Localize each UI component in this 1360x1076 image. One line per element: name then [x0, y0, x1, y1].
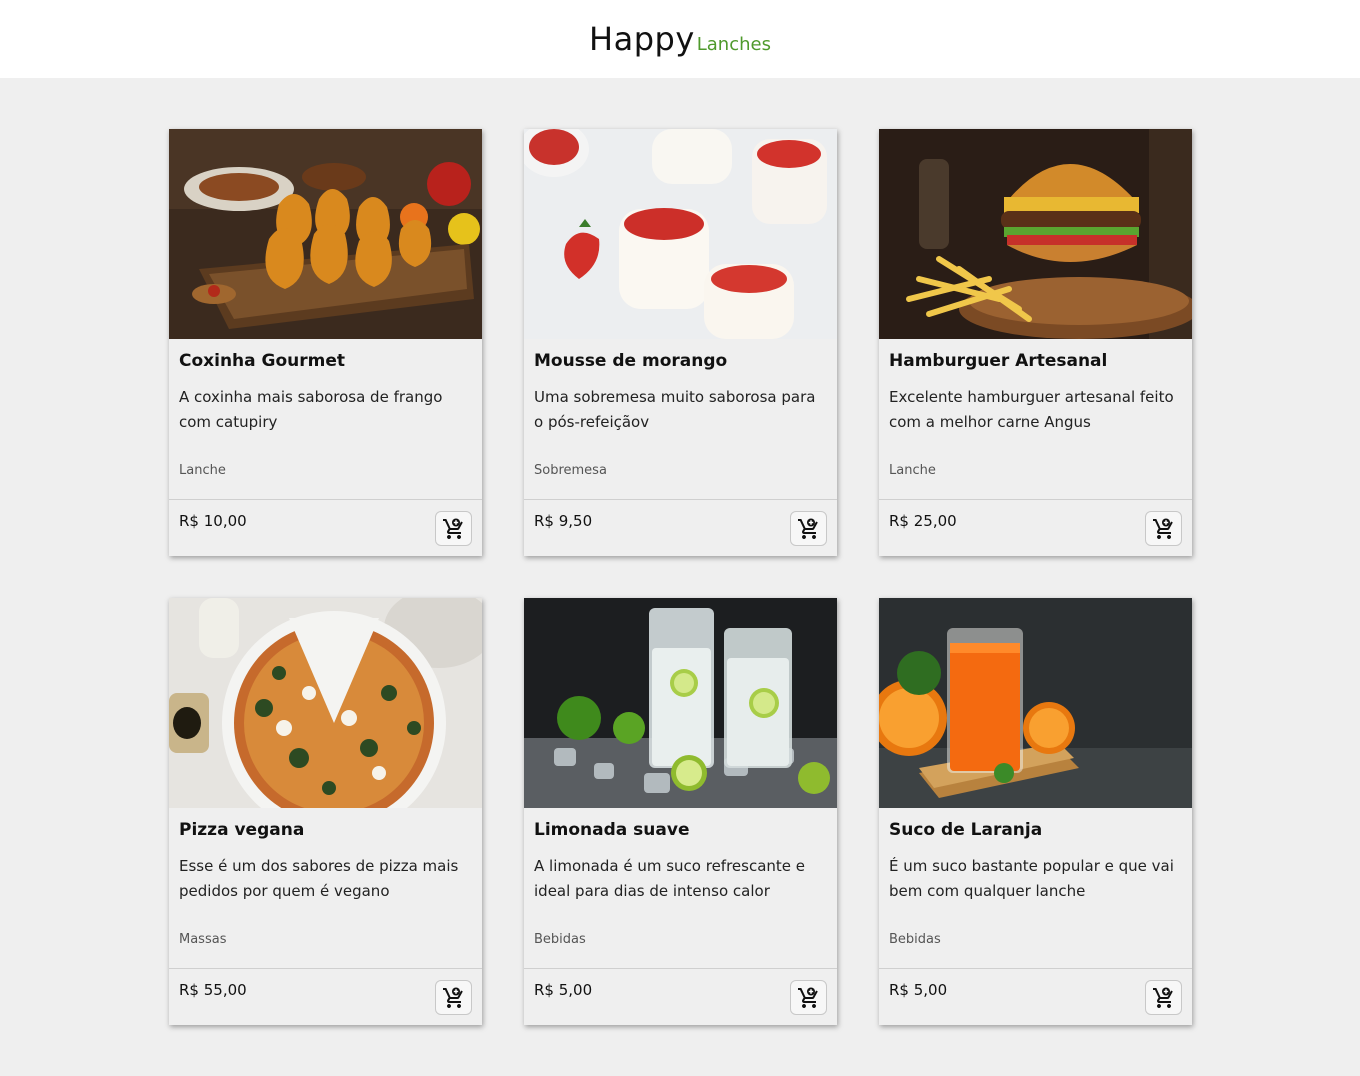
product-category: Lanche [179, 463, 226, 478]
product-name: Limonada suave [534, 820, 690, 840]
card-footer: R$ 5,00 [879, 968, 1192, 1025]
card-footer: R$ 9,50 [524, 499, 837, 556]
product-card: Coxinha Gourmet A coxinha mais saborosa … [169, 129, 482, 556]
product-category: Massas [179, 932, 227, 947]
add-to-cart-button[interactable] [435, 980, 472, 1015]
product-price: R$ 25,00 [889, 512, 957, 530]
product-card: Hamburguer Artesanal Excelente hamburgue… [879, 129, 1192, 556]
site-header: Happy Lanches [0, 0, 1360, 78]
card-footer: R$ 55,00 [169, 968, 482, 1025]
product-name: Pizza vegana [179, 820, 305, 840]
add-to-cart-button[interactable] [435, 511, 472, 546]
add-to-cart-icon [1152, 987, 1173, 1008]
lemonade-photo [524, 598, 837, 808]
add-to-cart-button[interactable] [1145, 511, 1182, 546]
product-card: Suco de Laranja É um suco bastante popul… [879, 598, 1192, 1025]
add-to-cart-button[interactable] [1145, 980, 1182, 1015]
product-card: Mousse de morango Uma sobremesa muito sa… [524, 129, 837, 556]
product-description: É um suco bastante popular e que vai bem… [889, 857, 1174, 900]
product-price: R$ 55,00 [179, 981, 247, 999]
card-footer: R$ 25,00 [879, 499, 1192, 556]
orange-juice-photo [879, 598, 1192, 808]
brand-main: Happy [589, 20, 695, 58]
product-description: Esse é um dos sabores de pizza mais pedi… [179, 857, 459, 900]
product-name: Coxinha Gourmet [179, 351, 346, 371]
add-to-cart-icon [442, 987, 463, 1008]
product-category: Bebidas [889, 932, 941, 947]
card-footer: R$ 10,00 [169, 499, 482, 556]
product-description: Excelente hamburguer artesanal feito com… [889, 388, 1174, 431]
burger-photo [879, 129, 1192, 339]
product-price: R$ 5,00 [534, 981, 593, 999]
mousse-photo [524, 129, 837, 339]
product-name: Mousse de morango [534, 351, 728, 371]
product-card: Pizza vegana Esse é um dos sabores de pi… [169, 598, 482, 1025]
product-price: R$ 10,00 [179, 512, 247, 530]
product-description: A coxinha mais saborosa de frango com ca… [179, 388, 443, 431]
add-to-cart-icon [797, 987, 818, 1008]
coxinha-photo [169, 129, 482, 339]
pizza-photo [169, 598, 482, 808]
product-grid: Coxinha Gourmet A coxinha mais saborosa … [169, 129, 1192, 1025]
product-price: R$ 5,00 [889, 981, 948, 999]
product-name: Suco de Laranja [889, 820, 1043, 840]
add-to-cart-button[interactable] [790, 511, 827, 546]
add-to-cart-icon [442, 518, 463, 539]
product-category: Sobremesa [534, 463, 607, 478]
product-price: R$ 9,50 [534, 512, 593, 530]
add-to-cart-icon [797, 518, 818, 539]
product-name: Hamburguer Artesanal [889, 351, 1108, 371]
add-to-cart-button[interactable] [790, 980, 827, 1015]
brand-sub: Lanches [696, 34, 771, 55]
product-category: Lanche [889, 463, 936, 478]
product-card: Limonada suave A limonada é um suco refr… [524, 598, 837, 1025]
product-description: Uma sobremesa muito saborosa para o pós-… [534, 388, 816, 431]
card-footer: R$ 5,00 [524, 968, 837, 1025]
add-to-cart-icon [1152, 518, 1173, 539]
product-category: Bebidas [534, 932, 586, 947]
product-description: A limonada é um suco refrescante e ideal… [534, 857, 806, 900]
brand-logo[interactable]: Happy Lanches [589, 20, 771, 58]
